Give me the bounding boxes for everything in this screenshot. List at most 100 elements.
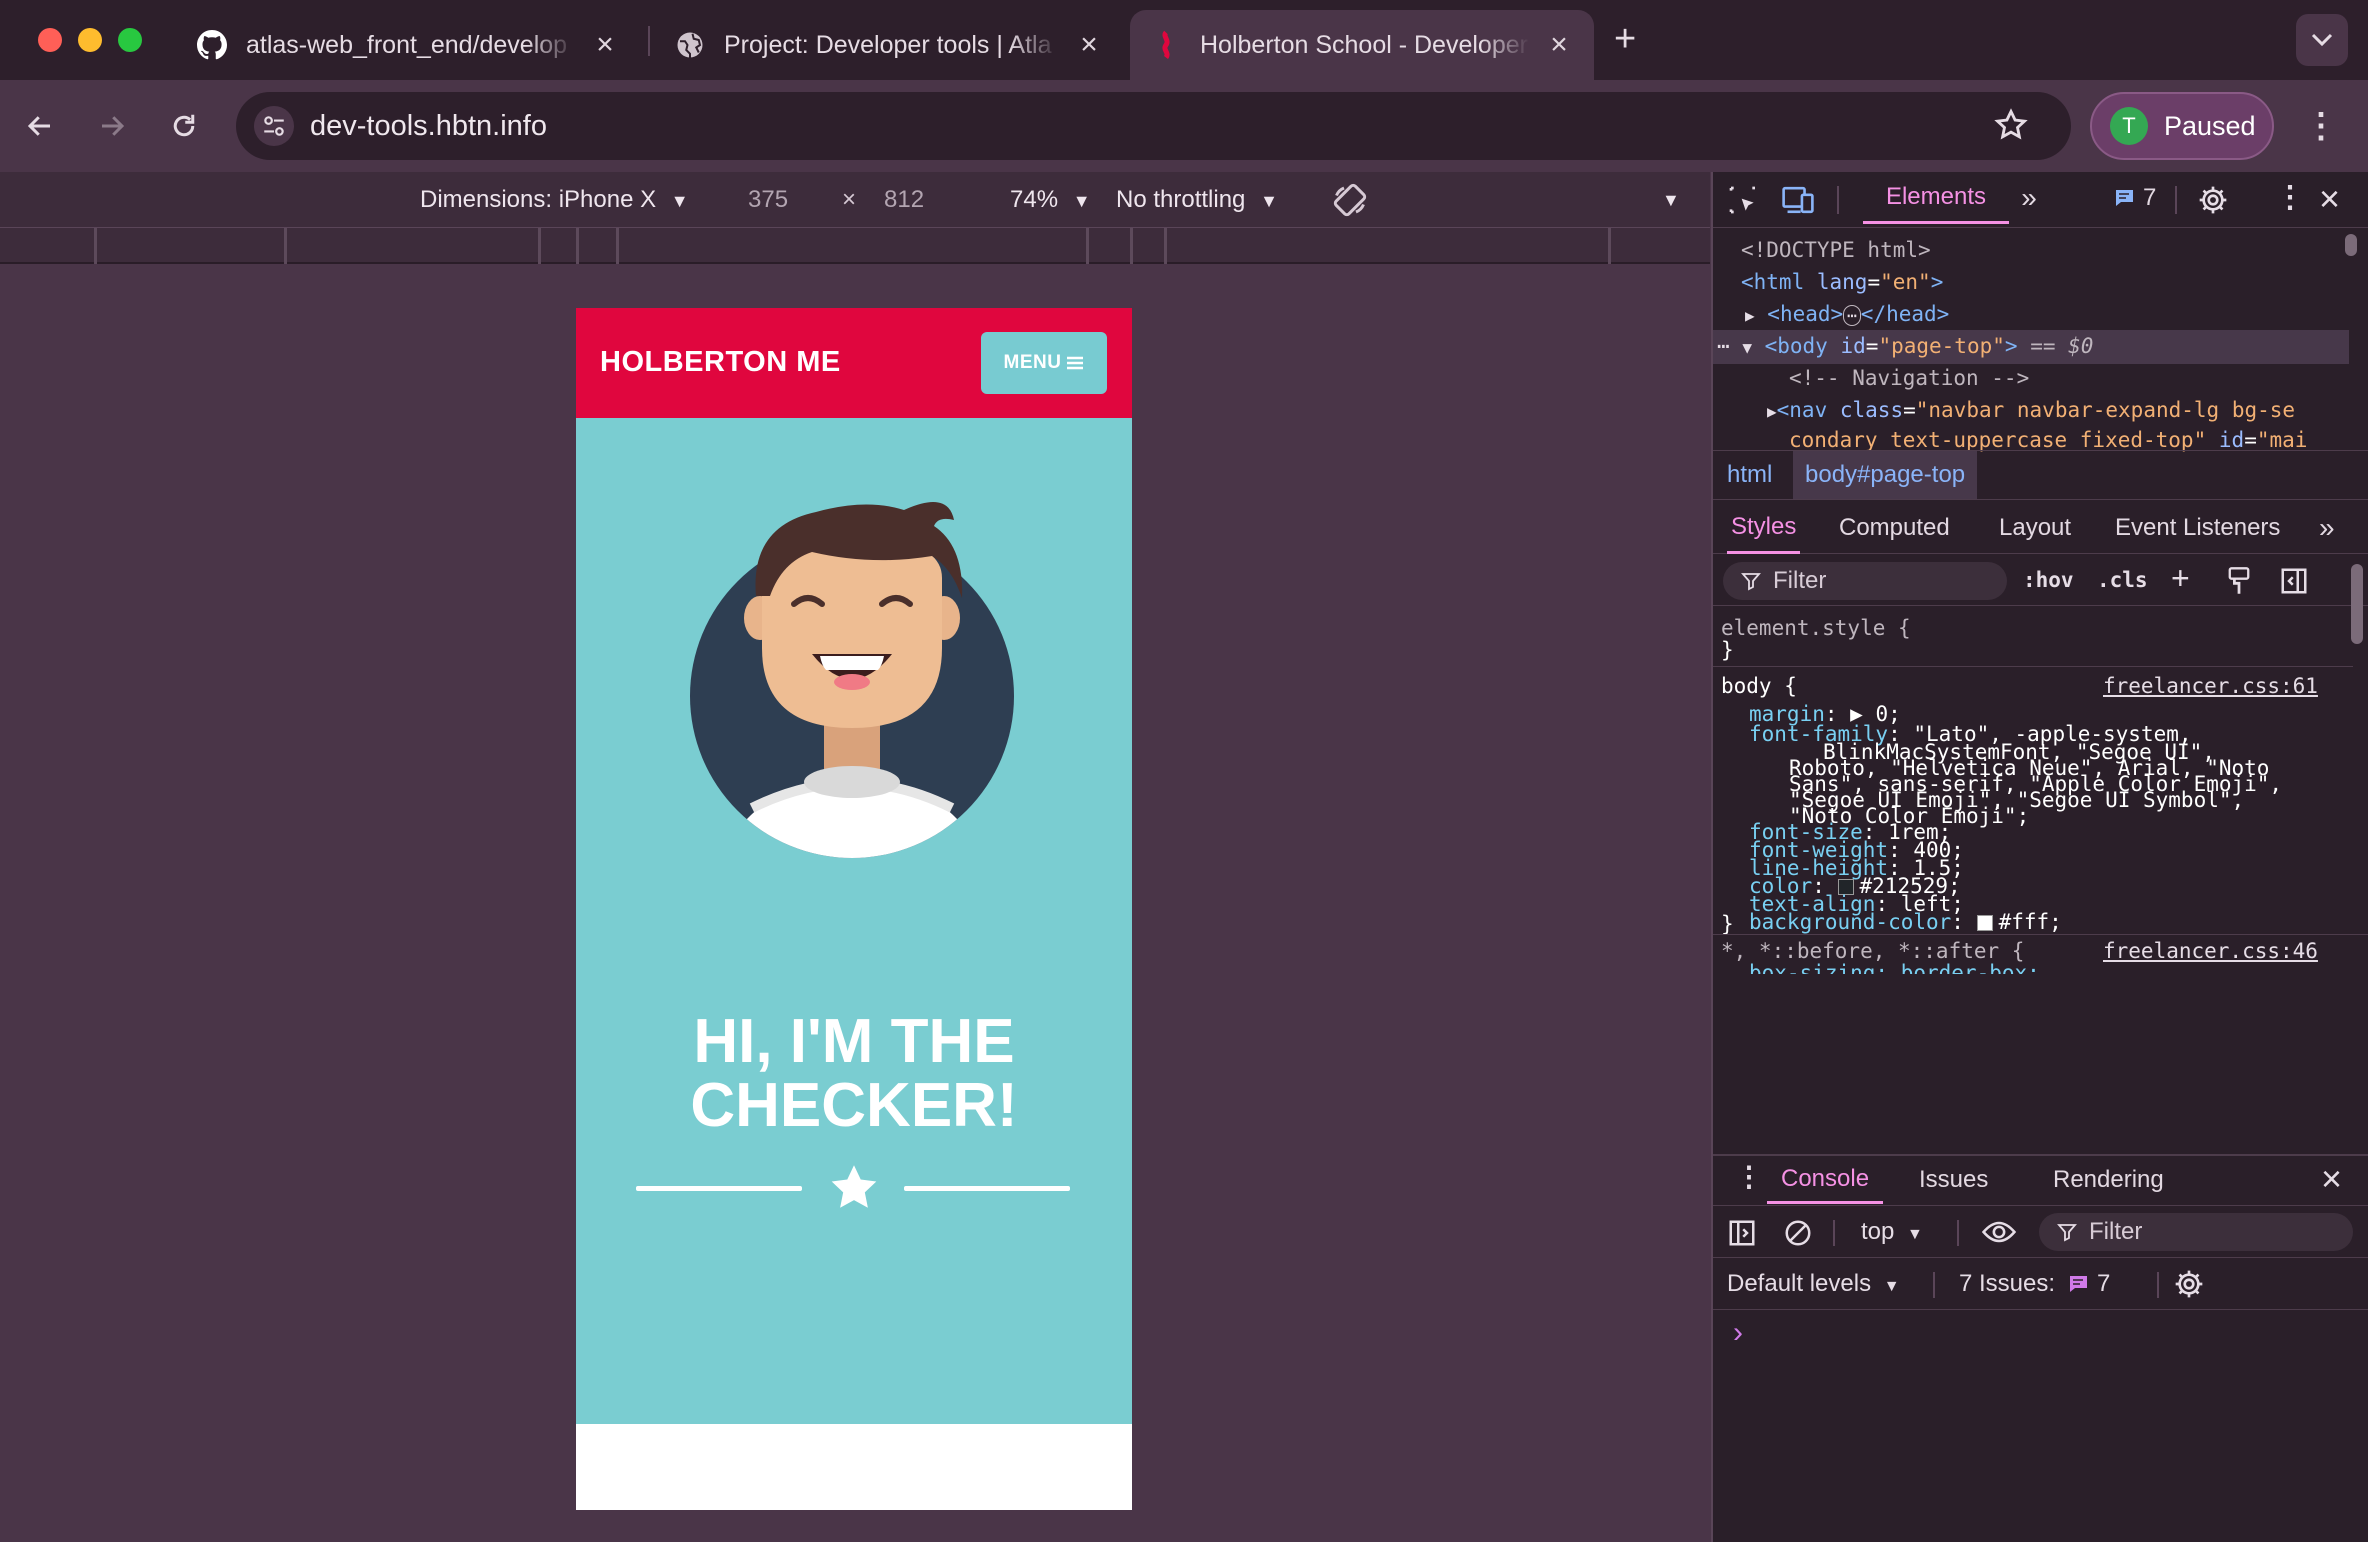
device-options-icon[interactable]: ▼ (1662, 190, 1680, 211)
hov-button[interactable]: :hov (2023, 568, 2074, 592)
inspect-element-icon[interactable] (1727, 184, 1759, 216)
profile-status: Paused (2164, 110, 2256, 141)
breadcrumb-body[interactable]: body#page-top (1793, 451, 1978, 499)
gear-icon[interactable] (2197, 184, 2229, 216)
issues-button[interactable]: 7 Issues: 7 (1959, 1270, 2110, 1298)
dom-node-body[interactable]: ⋯ ▼ <body id="page-top"> == $0 (1717, 334, 2093, 358)
ruler-marker (616, 228, 619, 264)
collapsed-ellipsis[interactable]: ⋯ (1843, 305, 1861, 326)
width-input[interactable]: 375 (748, 186, 788, 214)
element-style-selector[interactable]: element.style { (1721, 616, 1911, 640)
bookmark-star-icon[interactable] (1994, 108, 2028, 147)
tab-event-listeners[interactable]: Event Listeners (2115, 502, 2280, 554)
node-actions-icon[interactable]: ⋯ (1717, 334, 1730, 358)
tab-styles[interactable]: Styles (1727, 502, 1801, 554)
more-menu-icon[interactable]: ⋮ (2304, 106, 2338, 146)
throttling-select[interactable]: No throttling ▼ (1116, 186, 1278, 214)
issues-counter[interactable]: 7 (2113, 172, 2156, 224)
hero-heading: HI, I'M THE CHECKER! (576, 1010, 1132, 1138)
source-link[interactable]: freelancer.css:46 (2103, 939, 2318, 963)
menu-button[interactable]: MENU (981, 332, 1107, 394)
gear-icon[interactable] (2173, 1268, 2205, 1300)
tab-computed[interactable]: Computed (1839, 502, 1950, 554)
media-query-ruler[interactable] (0, 228, 1710, 264)
css-declaration[interactable]: background-color: #fff; (1749, 910, 2062, 934)
expand-triangle-icon[interactable]: ▶ (1745, 306, 1755, 325)
close-icon[interactable]: × (1074, 28, 1104, 61)
sidebar-toggle-icon[interactable] (2279, 566, 2309, 596)
expand-triangle-icon[interactable]: ▶ (1767, 402, 1777, 421)
context-select[interactable]: top ▼ (1861, 1218, 1923, 1246)
maximize-window-button[interactable] (118, 28, 142, 52)
site-brand[interactable]: HOLBERTON ME (600, 346, 841, 379)
tab-layout[interactable]: Layout (1999, 502, 2071, 554)
dom-doctype[interactable]: <!DOCTYPE html> (1741, 238, 1931, 262)
tab-issues[interactable]: Issues (1919, 1156, 1988, 1204)
color-swatch[interactable] (1976, 915, 1993, 931)
device-toggle-icon[interactable] (1781, 184, 1815, 216)
close-devtools-icon[interactable]: × (2319, 178, 2340, 220)
minimize-window-button[interactable] (78, 28, 102, 52)
issues-count: 7 (2143, 184, 2157, 211)
body-rule-selector[interactable]: body { (1721, 674, 1797, 698)
ruler-marker (1130, 228, 1133, 264)
height-input[interactable]: 812 (884, 186, 924, 214)
ruler-marker (1164, 228, 1167, 264)
tab-elements[interactable]: Elements (1863, 172, 2009, 224)
menu-label: MENU (1003, 352, 1062, 373)
browser-tab-holberton[interactable]: Holberton School - Developer × (1130, 10, 1594, 80)
universal-rule: *, *::before, *::after { freelancer.css:… (1713, 934, 2368, 974)
close-icon[interactable]: × (1544, 28, 1574, 61)
tab-rendering[interactable]: Rendering (2053, 1156, 2164, 1204)
zoom-select[interactable]: 74% ▼ (1010, 186, 1091, 214)
sidebar-toggle-icon[interactable] (1727, 1218, 1757, 1248)
eye-icon[interactable] (1981, 1218, 2017, 1246)
new-tab-button[interactable]: + (1614, 18, 1636, 61)
cls-button[interactable]: .cls (2097, 568, 2148, 592)
profile-button[interactable]: T Paused (2090, 92, 2274, 160)
drawer-menu-icon[interactable]: ⋮ (1735, 1160, 1763, 1193)
css-declaration[interactable]: box-sizing: border-box; (1749, 961, 2040, 974)
scrollbar-thumb[interactable] (2345, 234, 2357, 256)
more-tabs-icon[interactable]: » (2319, 502, 2335, 554)
browser-tab-project[interactable]: Project: Developer tools | Atla × (654, 10, 1124, 80)
devtools-menu-icon[interactable]: ⋮ (2275, 180, 2305, 215)
rotate-icon[interactable] (1332, 182, 1368, 225)
dom-node-nav[interactable]: ▶<nav class="navbar navbar-expand-lg bg-… (1767, 398, 2295, 422)
dom-node-head[interactable]: ▶ <head> ⋯ </head> (1745, 302, 1949, 326)
browser-tab-github[interactable]: atlas-web_front_end/develop × (176, 10, 640, 80)
style-rules: element.style { } body { freelancer.css:… (1713, 606, 2368, 934)
tab-console[interactable]: Console (1767, 1156, 1884, 1204)
back-button[interactable] (16, 102, 64, 150)
console-filter-input[interactable]: Filter (2039, 1213, 2353, 1251)
address-bar[interactable]: dev-tools.hbtn.info (236, 92, 2071, 160)
dimensions-select[interactable]: Dimensions: iPhone X ▼ (420, 186, 689, 214)
paint-brush-icon[interactable] (2225, 566, 2253, 596)
reload-button[interactable] (160, 102, 208, 150)
console-prompt[interactable]: › (1733, 1316, 1743, 1350)
hero-heading-line: CHECKER! (690, 1071, 1018, 1140)
levels-select[interactable]: Default levels ▼ (1727, 1270, 1900, 1298)
close-drawer-icon[interactable]: × (2321, 1158, 2342, 1200)
dom-node-html[interactable]: <html lang="en"> (1741, 270, 1943, 294)
tab-search-button[interactable] (2296, 14, 2348, 66)
toolbar-divider (1833, 1220, 1835, 1246)
device-viewport: HOLBERTON ME MENU HI, I'M THE CHECKER! (576, 308, 1132, 1510)
styles-scrollbar-thumb[interactable] (2351, 564, 2363, 644)
universal-rule-selector[interactable]: *, *::before, *::after { (1721, 939, 2024, 963)
close-window-button[interactable] (38, 28, 62, 52)
toolbar-divider (1837, 186, 1839, 214)
tag-close: > (2004, 334, 2018, 358)
styles-filter-input[interactable]: Filter (1723, 562, 2007, 600)
new-rule-icon[interactable]: + (2171, 560, 2190, 597)
site-info-icon[interactable] (254, 106, 294, 146)
clear-console-icon[interactable] (1783, 1218, 1813, 1248)
close-icon[interactable]: × (590, 28, 620, 61)
forward-button[interactable] (88, 102, 136, 150)
source-link[interactable]: freelancer.css:61 (2103, 674, 2318, 698)
console-toolbar: top ▼ Filter (1713, 1206, 2368, 1258)
breadcrumb-html[interactable]: html (1727, 461, 1772, 489)
collapse-triangle-icon[interactable]: ▼ (1742, 338, 1752, 357)
dom-comment[interactable]: <!-- Navigation --> (1789, 366, 2029, 390)
more-tabs-icon[interactable]: » (2009, 172, 2049, 224)
